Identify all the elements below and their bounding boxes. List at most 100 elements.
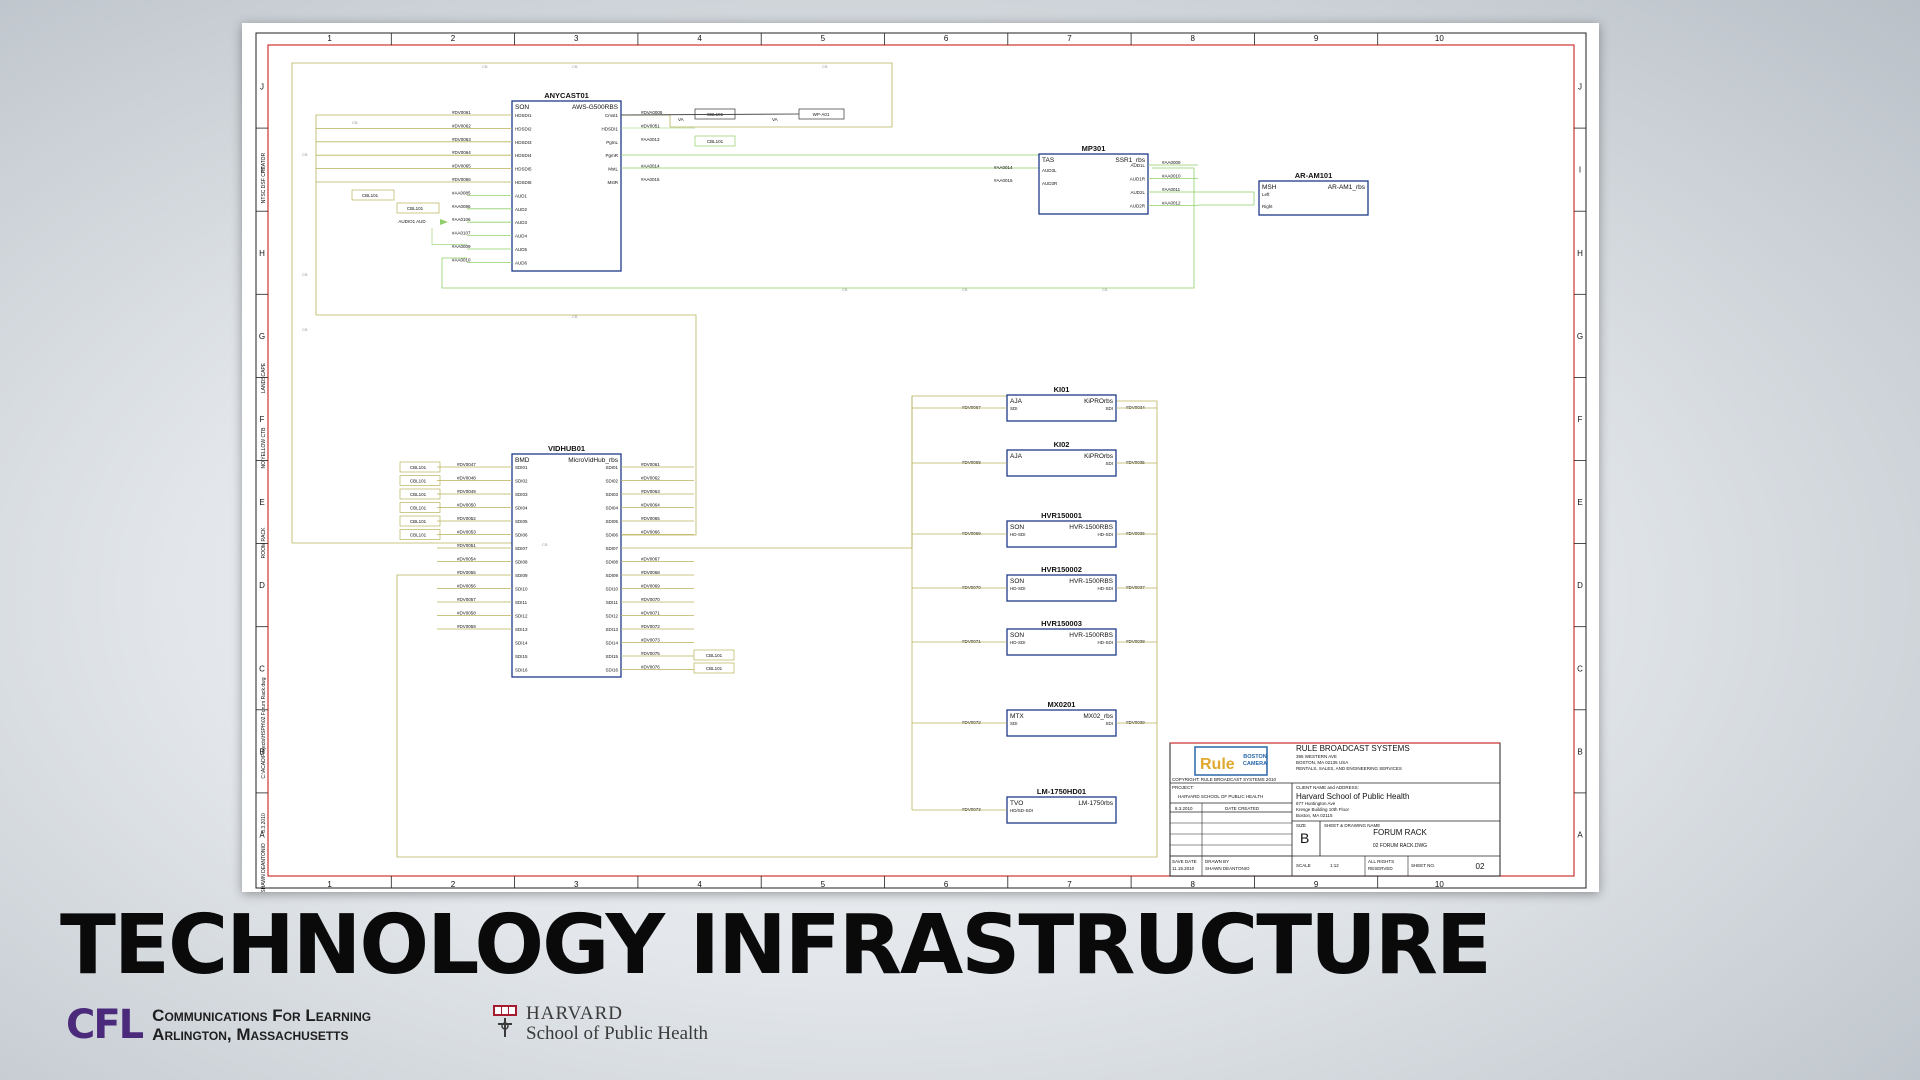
cable-label: #DV0065 — [641, 516, 660, 521]
cable-label: #AA0013 — [641, 137, 660, 142]
zone-row-label-right: I — [1579, 166, 1581, 175]
device-model: AWS-G500RBS — [572, 104, 619, 111]
cable-label: #DV0068 — [962, 460, 981, 465]
port-label: SDI15 — [605, 654, 618, 659]
company-address: 395 WESTERN AVE — [1296, 754, 1337, 759]
cable-label: #DV0061 — [641, 462, 660, 467]
port-label: SDI07 — [605, 546, 618, 551]
port-label: AUD1L — [1130, 163, 1145, 168]
side-note: SHAWN DEANTONIO — [261, 843, 267, 892]
port-label: HDSDI4 — [515, 153, 532, 158]
cable-label: #DV0063 — [452, 137, 471, 142]
port-label: SDI — [1105, 721, 1113, 726]
zone-row-label-right: A — [1577, 830, 1583, 839]
zone-col-label-bottom: 10 — [1435, 880, 1444, 889]
port-label: SDI09 — [605, 573, 618, 578]
zone-row-label-right: H — [1577, 249, 1583, 258]
port-label: SDI01 — [605, 465, 618, 470]
cable-label: #AA0015 — [641, 177, 660, 182]
port-label: HDSDI1 — [601, 126, 618, 131]
cable-label: #DV0054 — [457, 557, 476, 562]
port-label: HD/SD-SDI — [1010, 808, 1033, 813]
zone-col-label-bottom: 9 — [1314, 880, 1319, 889]
schematic-svg: 1122334455667788991010J JI IH HG GF FE ED DC CB B… — [255, 32, 1587, 892]
cable-label: #DV0075 — [641, 651, 660, 656]
zone-col-label-top: 4 — [697, 34, 702, 43]
port-label: SDI04 — [605, 506, 618, 511]
cable-label: #DV0055 — [457, 570, 476, 575]
cable-box-label: CBL101 — [706, 653, 723, 658]
sheet-name: FORUM RACK — [1373, 828, 1427, 837]
port-label: SDI02 — [605, 479, 618, 484]
cable-label: #DV0061 — [452, 110, 471, 115]
port-label: HD-SDI — [1098, 586, 1114, 591]
cable-label: #DV0052 — [457, 516, 476, 521]
trunk-wire — [315, 114, 697, 536]
device-mfr: SON — [1010, 578, 1024, 585]
harvard-logo: HARVARD School of Public Health — [492, 1004, 708, 1044]
port-label: SDI03 — [605, 492, 618, 497]
save-date: 11.19.2010 — [1172, 866, 1195, 871]
side-note: ROOM RACK — [261, 527, 267, 559]
zone-row-label-right: B — [1577, 747, 1582, 756]
zone-row-label-left: E — [259, 498, 264, 507]
port-label: SDI05 — [605, 519, 618, 524]
port-label: SDI13 — [605, 627, 618, 632]
cable-label: #DV0047 — [457, 462, 476, 467]
size-value: B — [1300, 830, 1309, 846]
cable-label: #AA0107 — [452, 231, 471, 236]
port-label: AUD2 — [515, 207, 528, 212]
cable-box-label: CBL101 — [410, 492, 427, 497]
port-label: SDI10 — [515, 587, 528, 592]
device-mfr: AJA — [1010, 453, 1023, 460]
copyright: COPYRIGHT: RULE BROADCAST SYSTEMS 2010 — [1172, 777, 1276, 782]
port-label: SDI — [1105, 461, 1113, 466]
device-model: AR-AM1_rbs — [1328, 184, 1366, 191]
slide-title: TECHNOLOGY INFRASTRUCTURE — [60, 898, 1492, 993]
port-label: HDSDI2 — [515, 126, 532, 131]
zone-row-label-left: C — [259, 664, 265, 673]
zone-col-label-top: 10 — [1435, 34, 1444, 43]
zone-col-label-top: 8 — [1191, 34, 1196, 43]
side-note: 8.3.2010 — [261, 813, 267, 833]
cable-label: #DV0035 — [1126, 460, 1145, 465]
cable-label: #DV0062 — [452, 123, 471, 128]
cable-box-label: CBL101 — [407, 206, 424, 211]
zone-row-label-left: H — [259, 249, 265, 258]
audio-label: AUDIO1 AUD — [398, 219, 426, 224]
client-address: Boston, MA 02115 — [1296, 813, 1333, 818]
port-label: SDI02 — [515, 479, 528, 484]
port-label: SDI11 — [515, 600, 528, 605]
zone-col-label-top: 2 — [451, 34, 456, 43]
side-note: LANDSCAPE — [261, 362, 267, 393]
cfl-line1: Communications For Learning — [152, 1006, 372, 1025]
cable-label: #DV0070 — [962, 585, 981, 590]
wire-tag: CB — [542, 542, 548, 547]
port-label: PgmR — [605, 153, 618, 158]
device-name: KI01 — [1054, 385, 1070, 394]
cable-label: #DV0073 — [962, 807, 981, 812]
wire-tag: CB — [572, 64, 578, 69]
company-services: RENTALS, SALES, AND ENGINEERING SERVICES — [1296, 766, 1402, 771]
port-label: HD-SDI — [1010, 532, 1026, 537]
cable-label: #DV0067 — [641, 557, 660, 562]
client-name: Harvard School of Public Health — [1296, 792, 1409, 801]
port-label: SDI10 — [605, 587, 618, 592]
rule-logo-word: Rule — [1200, 756, 1235, 773]
device-name: HVR150001 — [1041, 511, 1082, 520]
wire-tag: CB — [1102, 287, 1108, 292]
cable-label: #DV0058 — [457, 611, 476, 616]
port-label: SDI16 — [605, 668, 618, 673]
device-name: LM-1750HD01 — [1037, 787, 1086, 796]
device-mfr: TAS — [1042, 157, 1055, 164]
device-mfr: BMD — [515, 457, 530, 464]
port-label: AUD5 — [515, 247, 528, 252]
device-mfr: AJA — [1010, 398, 1023, 405]
scale-value: 1:12 — [1330, 863, 1339, 868]
size-label: SIZE — [1296, 823, 1306, 828]
cable-box-label: CBL101 — [706, 666, 723, 671]
device-model: MX02_rbs — [1083, 713, 1113, 720]
zone-col-label-bottom: 8 — [1191, 880, 1196, 889]
port-label: MstR — [608, 180, 619, 185]
device-name: HVR150003 — [1041, 619, 1082, 628]
